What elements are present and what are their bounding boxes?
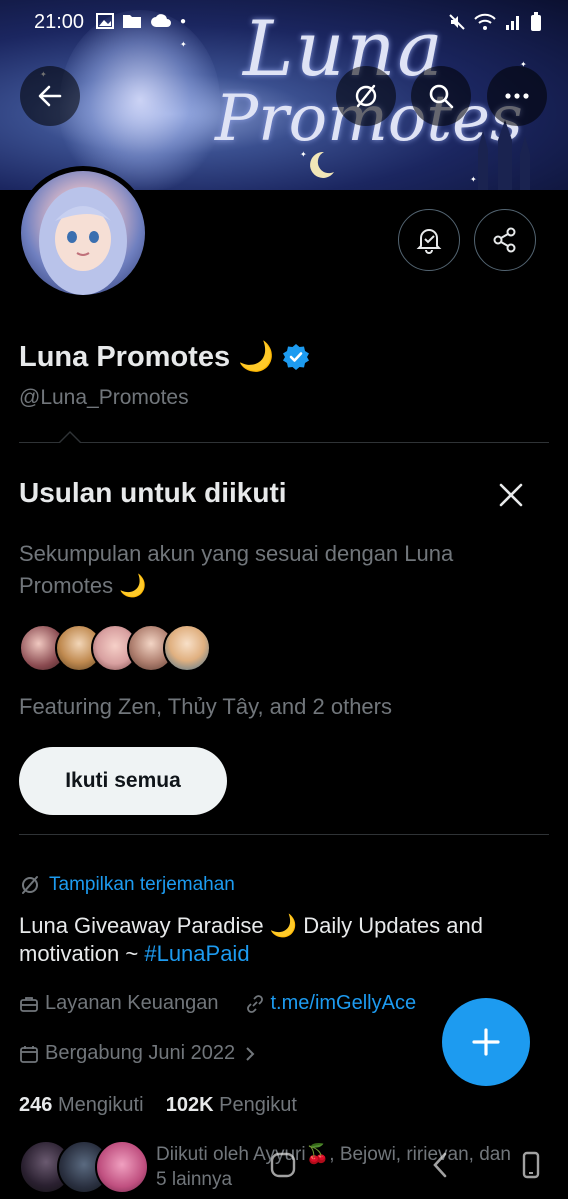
no-translate-icon <box>355 84 377 108</box>
recents-nav-button[interactable] <box>514 1148 548 1182</box>
wifi-icon <box>474 13 496 30</box>
chevron-right-icon <box>246 1046 255 1061</box>
suggestions-title: Usulan untuk diikuti <box>19 477 287 508</box>
hashtag-link[interactable]: #LunaPaid <box>144 941 249 966</box>
notification-subscribe-button[interactable] <box>398 209 460 271</box>
link-icon <box>246 994 263 1013</box>
profile-bio: Luna Giveaway Paradise 🌙 Daily Updates a… <box>19 912 539 968</box>
more-icon <box>505 93 529 99</box>
followed-by-text[interactable]: Diikuti oleh Ayyuri🍒, Bejowi, ririevan, … <box>156 1142 526 1192</box>
divider <box>19 834 549 835</box>
joined-date: Bergabung Juni 2022 <box>45 1042 236 1064</box>
followers-count: 102K <box>165 1094 214 1116</box>
avatar <box>95 1140 149 1194</box>
show-translation-link[interactable]: Tampilkan terjemahan <box>19 874 235 896</box>
avatar-illustration <box>39 187 127 295</box>
share-icon <box>493 227 516 253</box>
back-nav-button[interactable] <box>424 1148 458 1182</box>
castle-icon <box>478 120 530 190</box>
divider <box>19 442 549 443</box>
following-label: Mengikuti <box>57 1094 144 1116</box>
gallery-icon <box>96 13 114 29</box>
following-stat[interactable]: 246 Mengikuti <box>19 1094 144 1116</box>
followers-label: Pengikut <box>219 1094 297 1116</box>
profile-website-link[interactable]: t.me/imGellyAce <box>271 992 417 1015</box>
folder-icon <box>123 15 141 28</box>
status-bar: 21:00 ● <box>0 0 568 42</box>
avatar <box>163 624 211 672</box>
share-button[interactable] <box>474 209 536 271</box>
recents-icon <box>522 1151 540 1179</box>
back-chevron-icon <box>433 1152 447 1178</box>
calendar-icon <box>20 1045 38 1063</box>
translate-profile-button[interactable] <box>336 66 396 126</box>
divider-caret-fill <box>60 433 80 443</box>
avatar[interactable] <box>16 166 150 300</box>
suggestions-description: Sekumpulan akun yang sesuai dengan Luna … <box>19 541 454 598</box>
follow-stats: 246 Mengikuti 102K Pengikut <box>19 1094 297 1117</box>
briefcase-icon <box>20 996 38 1012</box>
followers-stat[interactable]: 102K Pengikut <box>166 1094 297 1116</box>
compose-post-button[interactable] <box>442 998 530 1086</box>
bell-check-icon <box>416 229 442 254</box>
moon-emoji: 🌙 <box>238 341 275 373</box>
profile-handle: @Luna_Promotes <box>19 386 189 409</box>
bio-text: Luna Giveaway Paradise 🌙 Daily Updates a… <box>19 913 483 966</box>
follow-all-button[interactable]: Ikuti semua <box>19 747 227 815</box>
profile-category: Layanan Keuangan <box>45 992 219 1014</box>
search-icon <box>429 84 454 109</box>
home-nav-button[interactable] <box>266 1148 300 1182</box>
profile-meta-row: Layanan Keuangan t.me/imGellyAce <box>19 992 416 1015</box>
suggestions-featuring: Featuring Zen, Thủy Tây, and 2 others <box>19 694 392 719</box>
plus-icon <box>472 1028 500 1056</box>
home-icon <box>270 1152 296 1178</box>
translate-icon <box>22 876 38 894</box>
arrow-left-icon <box>38 85 62 107</box>
profile-name: Luna Promotes 🌙 <box>19 340 310 374</box>
signal-icon <box>506 16 519 30</box>
back-button[interactable] <box>20 66 80 126</box>
show-translation-label: Tampilkan terjemahan <box>49 874 235 895</box>
moon-icon <box>310 151 334 178</box>
profile-name-text: Luna Promotes <box>19 340 231 373</box>
mute-icon <box>449 14 465 30</box>
close-icon[interactable] <box>496 480 526 510</box>
dot-icon: ● <box>180 16 187 27</box>
avatar-image <box>21 171 145 295</box>
cloud-icon <box>151 14 171 27</box>
verified-badge-icon[interactable] <box>282 343 310 371</box>
following-count: 246 <box>19 1094 53 1116</box>
joined-date-row[interactable]: Bergabung Juni 2022 <box>19 1042 259 1065</box>
status-time: 21:00 <box>34 11 85 33</box>
more-options-button[interactable] <box>487 66 547 126</box>
battery-icon <box>531 12 541 31</box>
search-button[interactable] <box>411 66 471 126</box>
